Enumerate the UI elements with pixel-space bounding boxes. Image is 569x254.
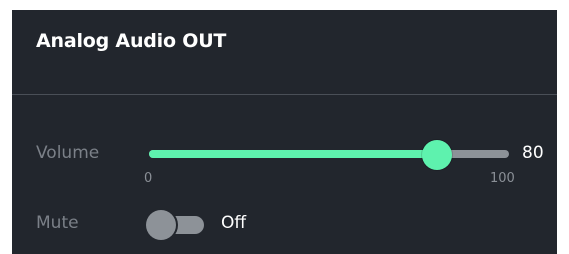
header-divider — [12, 94, 557, 95]
volume-label: Volume — [36, 143, 100, 163]
volume-slider[interactable] — [149, 140, 509, 170]
mute-toggle[interactable] — [146, 210, 204, 240]
volume-slider-fill — [149, 150, 437, 158]
analog-audio-out-panel: Analog Audio OUT Volume 80 0 100 Mute Of… — [12, 10, 557, 254]
volume-max-label: 100 — [490, 171, 515, 186]
volume-min-label: 0 — [144, 171, 153, 186]
mute-label: Mute — [36, 213, 79, 233]
volume-slider-thumb[interactable] — [422, 140, 452, 170]
mute-state: Off — [221, 213, 247, 233]
panel-title: Analog Audio OUT — [36, 30, 227, 52]
volume-value: 80 — [522, 143, 544, 163]
mute-toggle-knob[interactable] — [146, 210, 176, 240]
panel-header: Analog Audio OUT — [12, 10, 557, 94]
